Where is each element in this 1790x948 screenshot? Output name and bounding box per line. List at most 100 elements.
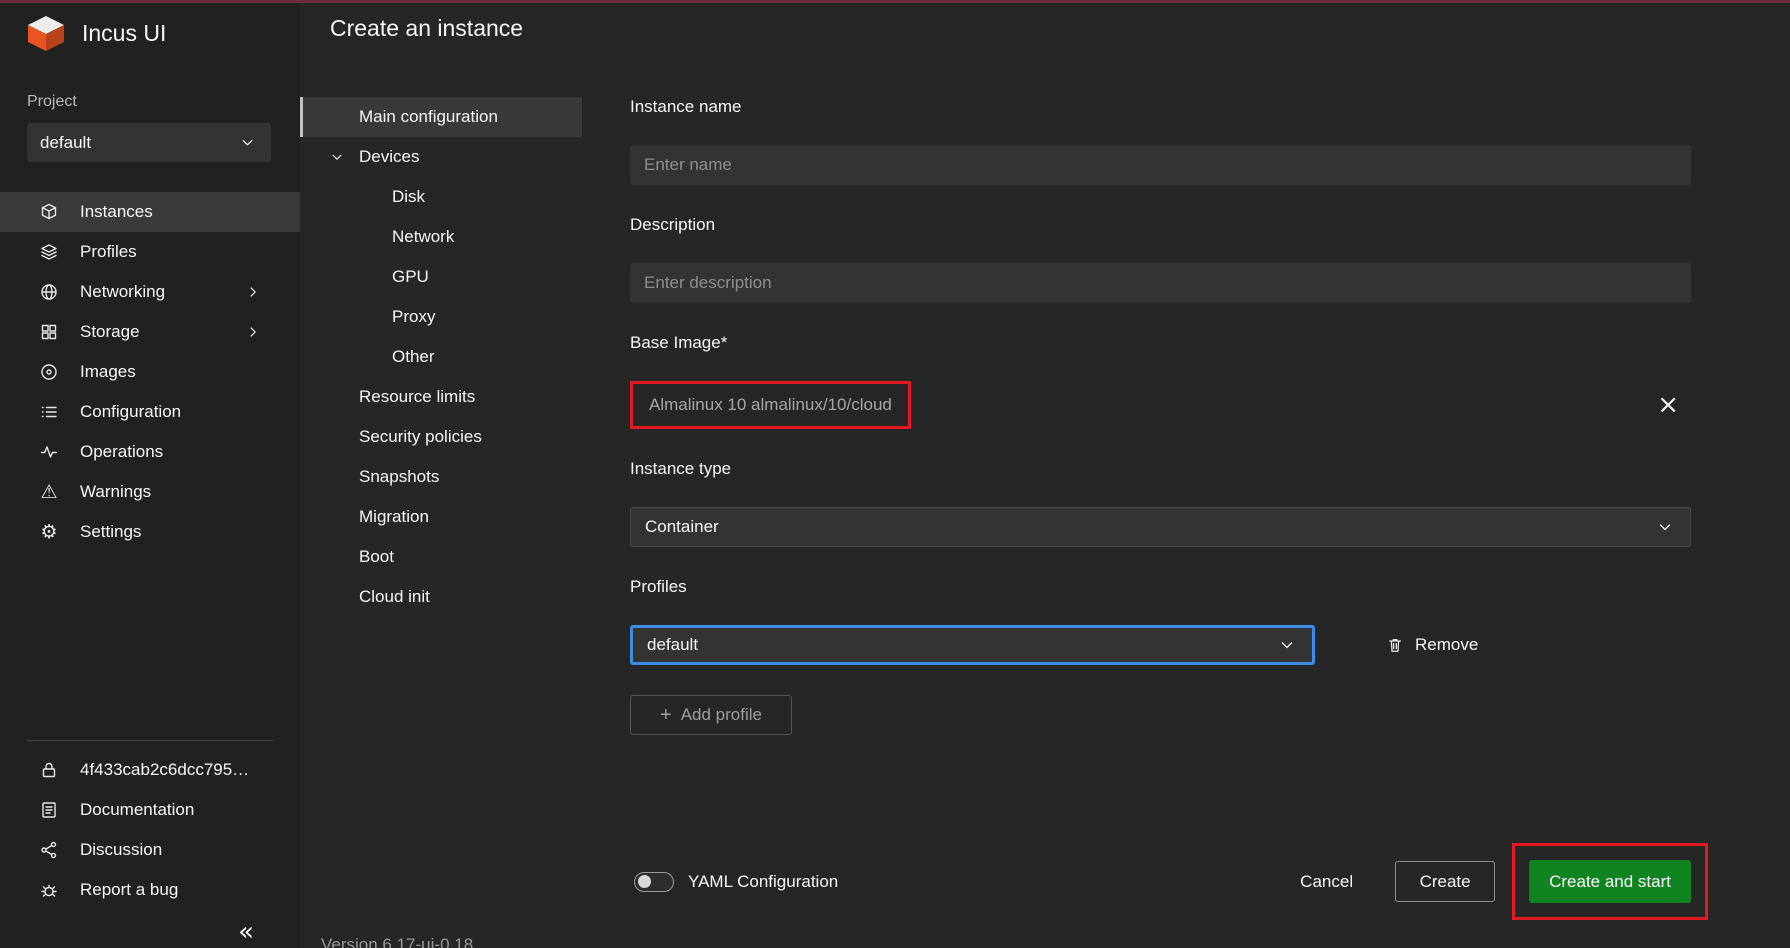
sidebar-item-operations[interactable]: Operations [0, 432, 300, 472]
add-profile-button[interactable]: + Add profile [630, 695, 792, 735]
base-image-field: Base Image* Almalinux 10 almalinux/10/cl… [630, 333, 1691, 429]
chevron-right-icon [242, 285, 264, 299]
form-nav-migration[interactable]: Migration [300, 497, 582, 537]
form-nav-snapshots[interactable]: Snapshots [300, 457, 582, 497]
sidebar-item-images[interactable]: Images [0, 352, 300, 392]
bug-icon [38, 880, 60, 900]
configuration-icon [38, 402, 60, 422]
base-image-label: Base Image* [630, 333, 1691, 353]
chevron-down-icon [236, 135, 258, 150]
sidebar-item-label: Discussion [80, 840, 162, 860]
app-logo: Incus UI [0, 3, 300, 53]
warning-icon: ⚠ [38, 483, 60, 502]
lock-icon [38, 760, 60, 780]
incus-logo-icon [24, 14, 68, 52]
share-icon [38, 840, 60, 860]
form-nav-other[interactable]: Other [300, 337, 582, 377]
form-nav-label: Cloud init [359, 587, 430, 607]
main-panel: Create an instance Main configuration De… [300, 3, 1790, 948]
profiles-icon [38, 242, 60, 262]
sidebar-nav: Instances Profiles Networking [0, 192, 300, 552]
project-section: Project default [0, 93, 300, 162]
sidebar-collapse-button[interactable]: « [232, 918, 260, 946]
form-nav-label: Disk [392, 187, 425, 207]
sidebar-item-storage[interactable]: Storage [0, 312, 300, 352]
form-nav-label: Devices [359, 147, 419, 167]
sidebar-item-discussion[interactable]: Discussion [0, 830, 300, 870]
profiles-select[interactable]: default [630, 625, 1315, 665]
instance-type-value: Container [645, 517, 719, 537]
operations-icon [38, 442, 60, 462]
instance-type-select[interactable]: Container [630, 507, 1691, 547]
instance-name-input[interactable] [630, 145, 1691, 185]
sidebar-item-configuration[interactable]: Configuration [0, 392, 300, 432]
form-nav-security-policies[interactable]: Security policies [300, 417, 582, 457]
chevron-down-icon [326, 150, 348, 164]
documentation-icon [38, 800, 60, 820]
description-label: Description [630, 215, 1691, 235]
gear-icon: ⚙ [38, 523, 60, 542]
annotation-box-base-image: Almalinux 10 almalinux/10/cloud [630, 381, 911, 429]
description-input[interactable] [630, 263, 1691, 303]
storage-icon [38, 322, 60, 342]
form-nav-resource-limits[interactable]: Resource limits [300, 377, 582, 417]
form-nav-label: Network [392, 227, 454, 247]
instance-type-label: Instance type [630, 459, 1691, 479]
form-nav-label: Boot [359, 547, 394, 567]
sidebar-item-label: Settings [80, 522, 141, 542]
form-nav-label: Other [392, 347, 435, 367]
project-select[interactable]: default [27, 123, 271, 162]
sidebar-footer: 4f433cab2c6dcc795… Documentation Discuss… [0, 740, 300, 910]
sidebar-item-settings[interactable]: ⚙ Settings [0, 512, 300, 552]
base-image-row: Almalinux 10 almalinux/10/cloud × [630, 381, 1691, 429]
remove-profile-button[interactable]: Remove [1378, 634, 1484, 656]
sidebar-item-certificate[interactable]: 4f433cab2c6dcc795… [0, 750, 300, 790]
footer-actions: Cancel Create Create and start [1290, 843, 1708, 920]
instance-name-field: Instance name [630, 97, 1691, 185]
form-nav-gpu[interactable]: GPU [300, 257, 582, 297]
yaml-config-toggle[interactable] [634, 872, 674, 892]
page-title: Create an instance [330, 15, 1790, 42]
sidebar-item-documentation[interactable]: Documentation [0, 790, 300, 830]
profiles-field: Profiles default Remove [630, 577, 1691, 735]
base-image-value: Almalinux 10 almalinux/10/cloud [649, 395, 892, 414]
app-title: Incus UI [82, 20, 166, 47]
close-icon[interactable]: × [1651, 391, 1685, 419]
form-nav: Main configuration Devices Disk Network … [300, 97, 582, 765]
sidebar-item-label: Configuration [80, 402, 181, 422]
networking-icon [38, 282, 60, 302]
sidebar-item-instances[interactable]: Instances [0, 192, 300, 232]
sidebar-item-label: Networking [80, 282, 165, 302]
create-button[interactable]: Create [1395, 861, 1495, 902]
form-nav-proxy[interactable]: Proxy [300, 297, 582, 337]
sidebar-item-label: Storage [80, 322, 140, 342]
instances-icon [38, 202, 60, 222]
add-profile-label: Add profile [681, 705, 762, 725]
sidebar-item-label: Warnings [80, 482, 151, 502]
form-nav-main-configuration[interactable]: Main configuration [300, 97, 582, 137]
form-nav-disk[interactable]: Disk [300, 177, 582, 217]
sidebar-item-networking[interactable]: Networking [0, 272, 300, 312]
sidebar-footer-divider [27, 740, 273, 741]
form-nav-label: Snapshots [359, 467, 439, 487]
sidebar-item-label: Profiles [80, 242, 137, 262]
version-text: Version 6.17-ui-0.18 [321, 935, 473, 948]
chevron-down-icon [1276, 637, 1298, 653]
form-nav-devices[interactable]: Devices [300, 137, 582, 177]
form-nav-network[interactable]: Network [300, 217, 582, 257]
sidebar-item-label: Report a bug [80, 880, 178, 900]
form-nav-boot[interactable]: Boot [300, 537, 582, 577]
sidebar-item-profiles[interactable]: Profiles [0, 232, 300, 272]
form-nav-cloud-init[interactable]: Cloud init [300, 577, 582, 617]
sidebar-item-label: Documentation [80, 800, 194, 820]
chevron-down-icon [1654, 519, 1676, 535]
profiles-row: default Remove [630, 625, 1691, 665]
create-and-start-button[interactable]: Create and start [1529, 860, 1691, 903]
sidebar-item-warnings[interactable]: ⚠ Warnings [0, 472, 300, 512]
sidebar: Incus UI Project default Instances [0, 3, 300, 948]
sidebar-item-report-bug[interactable]: Report a bug [0, 870, 300, 910]
sidebar-item-label: Operations [80, 442, 163, 462]
profiles-select-value: default [647, 635, 698, 655]
cancel-button[interactable]: Cancel [1290, 861, 1363, 902]
annotation-box-create-and-start: Create and start [1512, 843, 1708, 920]
